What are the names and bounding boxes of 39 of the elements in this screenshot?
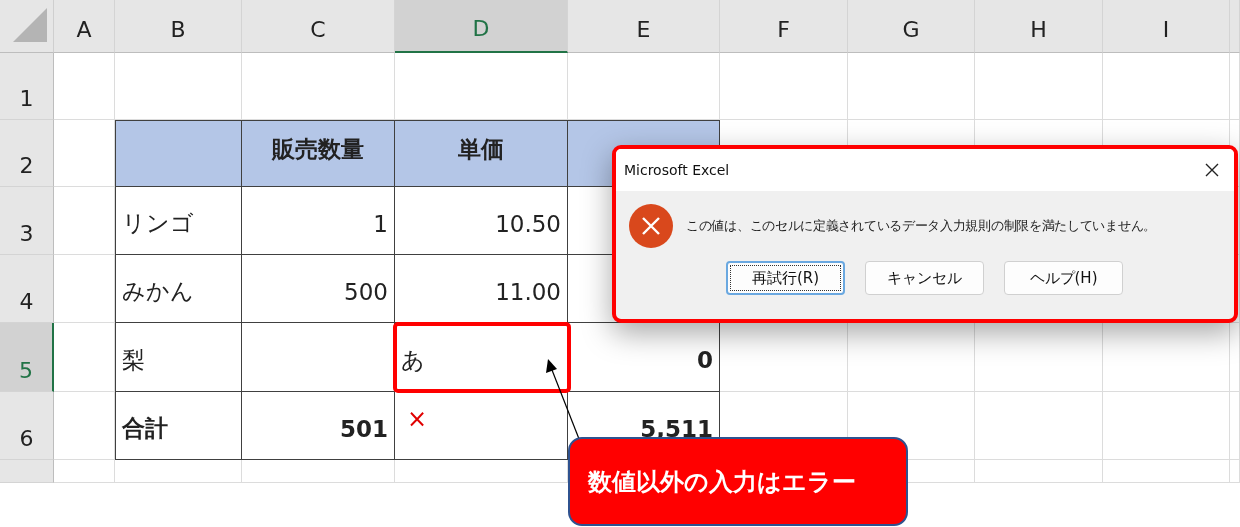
row-header[interactable]: 2 [0,120,54,187]
column-header[interactable]: E [568,0,720,53]
callout: 数値以外の入力はエラー [568,437,908,526]
column-header[interactable]: D [395,0,568,53]
table-cell: みかん [115,255,242,323]
error-message: この値は、このセルに定義されているデータ入力規則の制限を満たしていません。 [686,217,1156,235]
row-header[interactable]: 1 [0,53,54,120]
column-header[interactable] [1230,0,1240,53]
dialog-button[interactable]: キャンセル [865,261,984,295]
column-header[interactable]: H [975,0,1103,53]
table-cell: リンゴ [115,187,242,255]
table-cell: 11.00 [395,255,568,323]
column-header[interactable]: F [720,0,848,53]
table-header-cell: 単価 [395,120,568,187]
column-header[interactable]: C [242,0,395,53]
column-header[interactable]: B [115,0,242,53]
row-header[interactable]: 6 [0,392,54,460]
table-cell: 501 [242,392,395,460]
table-cell: 1 [242,187,395,255]
table-cell: 合計 [115,392,242,460]
row-header[interactable]: 5 [0,323,54,392]
row-header[interactable]: 4 [0,255,54,323]
dialog-button[interactable]: ヘルプ(H) [1004,261,1123,295]
error-mark: × [407,404,428,433]
table-cell: 梨 [115,323,242,392]
table-cell: 10.50 [395,187,568,255]
close-icon[interactable] [1204,162,1220,178]
row-header[interactable]: 3 [0,187,54,255]
row-header[interactable] [0,460,54,483]
dialog-button[interactable]: 再試行(R) [726,261,845,295]
column-header[interactable]: I [1103,0,1230,53]
select-all-button[interactable] [0,0,54,53]
column-header[interactable]: G [848,0,975,53]
table-cell: 500 [242,255,395,323]
table-cell: 0 [568,323,720,392]
table-header-cell: 販売数量 [242,120,395,187]
column-header[interactable]: A [54,0,115,53]
dialog-title: Microsoft Excel [624,162,730,178]
error-icon [628,203,674,249]
